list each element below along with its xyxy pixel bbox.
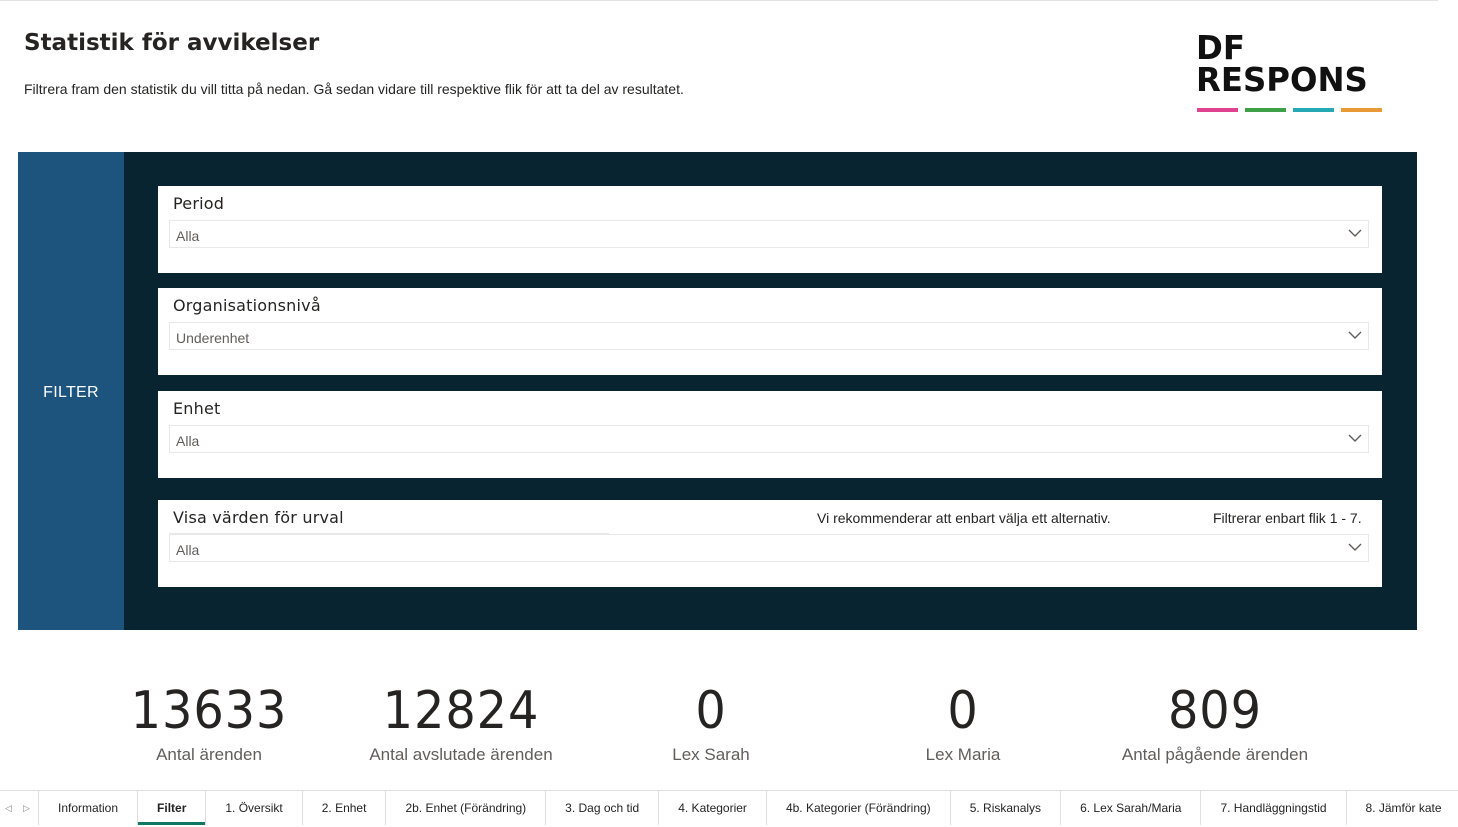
df-respons-logo: DF RESPONS [1196, 31, 1386, 116]
logo-bar-pink [1197, 108, 1238, 112]
chevron-left-icon: ◁ [5, 803, 12, 813]
kpi-label: Antal ärenden [156, 745, 262, 764]
tab-filter[interactable]: Filter [138, 791, 207, 825]
tab-oversikt[interactable]: 1. Översikt [206, 791, 303, 825]
kpi-label: Lex Maria [925, 745, 1001, 764]
page-subtitle: Filtrera fram den statistik du vill titt… [24, 81, 684, 97]
slicer-period: Period Alla [158, 186, 1382, 273]
kpi-label: Lex Sarah [672, 745, 750, 764]
tab-handlaggningstid[interactable]: 7. Handläggningstid [1201, 791, 1347, 825]
slicer-title: Organisationsnivå [173, 296, 321, 315]
tab-enhet[interactable]: 2. Enhet [303, 791, 387, 825]
chevron-down-icon [1348, 543, 1362, 551]
tab-list: Information Filter 1. Översikt 2. Enhet … [38, 791, 1458, 825]
kpi-value: 13633 [130, 681, 288, 741]
logo-line-2: RESPONS [1196, 60, 1368, 99]
chevron-down-icon [1348, 229, 1362, 237]
slicer-title: Period [173, 194, 225, 213]
recommend-note: Vi rekommenderar att enbart välja ett al… [817, 510, 1111, 526]
dropdown-value: Underenhet [176, 330, 250, 346]
visa-varden-dropdown[interactable]: Alla [169, 534, 1369, 562]
tab-dag-och-tid[interactable]: 3. Dag och tid [546, 791, 660, 825]
kpi-label: Antal pågående ärenden [1121, 745, 1309, 764]
slicer-organisationsniva: Organisationsnivå Underenhet [158, 288, 1382, 375]
kpi-lex-maria: 0 Lex Maria [843, 676, 1083, 765]
logo-color-bars [1197, 108, 1382, 112]
kpi-lex-sarah: 0 Lex Sarah [591, 676, 831, 765]
enhet-dropdown[interactable]: Alla [169, 425, 1369, 453]
dropdown-value: Alla [176, 542, 200, 558]
logo-bar-orange [1341, 108, 1382, 112]
dropdown-value: Alla [176, 433, 200, 449]
slicer-enhet: Enhet Alla [158, 391, 1382, 478]
filter-side-bar: FILTER [18, 152, 124, 630]
tab-kategorier[interactable]: 4. Kategorier [659, 791, 767, 825]
chevron-right-icon: ▷ [23, 803, 30, 813]
tab-information[interactable]: Information [39, 791, 139, 825]
filter-side-label: FILTER [43, 384, 99, 401]
tab-jamfor-kategorier[interactable]: 8. Jämför kate [1347, 791, 1458, 825]
kpi-value: 0 [947, 681, 979, 741]
kpi-value: 0 [695, 681, 727, 741]
page-title: Statistik för avvikelser [24, 30, 320, 56]
tab-lex-sarah-maria[interactable]: 6. Lex Sarah/Maria [1061, 791, 1202, 825]
kpi-label: Antal avslutade ärenden [369, 745, 553, 764]
logo-bar-teal [1293, 108, 1334, 112]
kpi-antal-pagaende: 809 Antal pågående ärenden [1095, 676, 1335, 765]
tab-scroll-right-button[interactable]: ▷ [18, 791, 36, 825]
chevron-down-icon [1348, 331, 1362, 339]
kpi-value: 12824 [382, 681, 540, 741]
kpi-antal-arenden: 13633 Antal ärenden [89, 676, 329, 765]
tab-enhet-forandring[interactable]: 2b. Enhet (Förändring) [386, 791, 547, 825]
slicer-title: Visa värden för urval [173, 508, 344, 527]
kpi-antal-avslutade: 12824 Antal avslutade ärenden [341, 676, 581, 765]
slicer-visa-varden: Visa värden för urval Vi rekommenderar a… [158, 500, 1382, 587]
tab-kategorier-forandring[interactable]: 4b. Kategorier (Förändring) [767, 791, 951, 825]
chevron-down-icon [1348, 434, 1362, 442]
tab-riskanalys[interactable]: 5. Riskanalys [951, 791, 1062, 825]
tab-scroll-left-button[interactable]: ◁ [0, 791, 18, 825]
page-tab-bar: ◁ ▷ Information Filter 1. Översikt 2. En… [0, 790, 1458, 827]
kpi-value: 809 [1167, 681, 1263, 741]
organisationsniva-dropdown[interactable]: Underenhet [169, 322, 1369, 350]
period-dropdown[interactable]: Alla [169, 220, 1369, 248]
slicer-title: Enhet [173, 399, 221, 418]
filter-panel: FILTER Period Alla Organisationsnivå Und… [18, 152, 1417, 630]
logo-bar-green [1245, 108, 1286, 112]
dropdown-value: Alla [176, 228, 200, 244]
filter-scope-note: Filtrerar enbart flik 1 - 7. [1213, 510, 1362, 526]
top-divider [0, 0, 1438, 1]
